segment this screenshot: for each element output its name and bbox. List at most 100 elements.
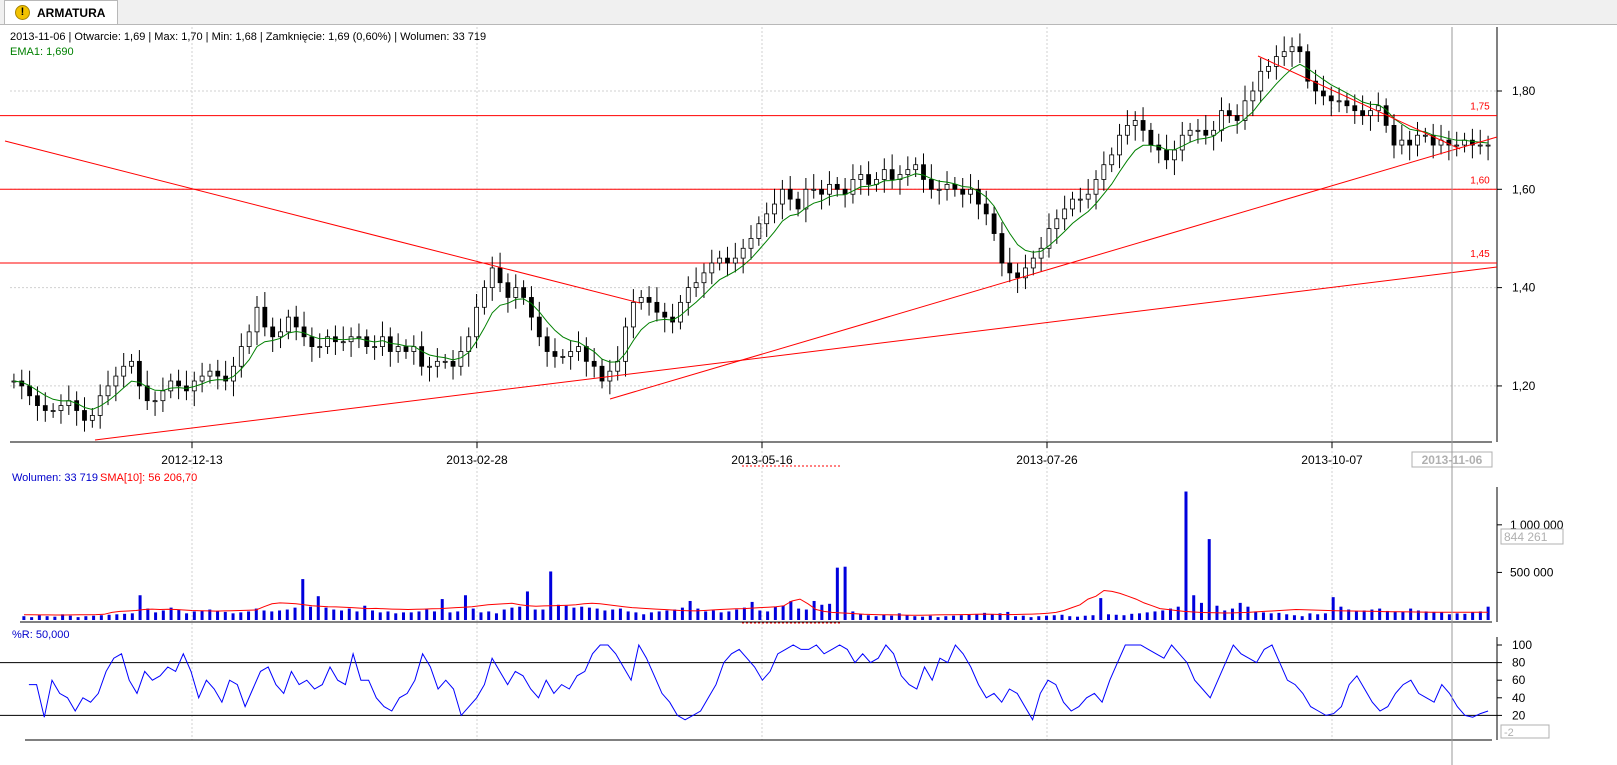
- candle-body: [403, 346, 409, 352]
- candle-body: [756, 223, 762, 239]
- candle-body: [513, 287, 519, 298]
- volume-bar: [1083, 615, 1087, 620]
- candle-body: [1399, 139, 1405, 146]
- volume-bar: [107, 614, 111, 620]
- candle-body: [434, 360, 440, 367]
- candle-body: [944, 183, 950, 190]
- volume-bar: [154, 612, 158, 620]
- candle-body: [1109, 154, 1115, 166]
- volume-bar: [22, 616, 26, 620]
- candle-body: [1015, 272, 1021, 279]
- volume-bar: [192, 611, 196, 620]
- candle-body: [787, 188, 793, 200]
- volume-bar: [556, 604, 560, 620]
- volume-bar: [1385, 610, 1389, 620]
- candle-body: [583, 346, 589, 362]
- volume-bar: [1277, 612, 1281, 620]
- volume-bar: [1021, 615, 1025, 620]
- volume-bar: [1362, 610, 1366, 620]
- candle-body: [952, 183, 958, 190]
- candle-body: [803, 188, 809, 210]
- candle-body: [1179, 134, 1185, 151]
- candle-body: [1266, 66, 1271, 72]
- candle-body: [1124, 124, 1130, 136]
- candle-body: [1030, 257, 1036, 269]
- volume-bar: [859, 614, 863, 620]
- volume-bar: [1323, 613, 1327, 620]
- volume-bar: [432, 611, 436, 620]
- volume-bar: [603, 610, 607, 620]
- volume-bar: [130, 613, 134, 620]
- candle-body: [1485, 144, 1491, 147]
- tab-armatura[interactable]: ! ARMATURA: [4, 0, 118, 24]
- volume-bar: [928, 615, 932, 620]
- chart-area[interactable]: 1,75 1,60 1,45 1,20 1,40 1,60 1,80 2012-12-13…: [0, 27, 1617, 765]
- candle-body: [27, 385, 33, 397]
- candle-body: [262, 306, 268, 328]
- volume-bar: [394, 613, 398, 620]
- volume-bar: [448, 612, 452, 620]
- candle-body: [238, 346, 244, 367]
- candle-body: [372, 346, 378, 349]
- candle-body: [442, 360, 448, 363]
- volume-info: Wolumen: 33 719: [12, 472, 98, 484]
- volume-bar: [533, 609, 537, 620]
- y-tick-label: 1,80: [1512, 84, 1536, 98]
- volume-bar: [84, 616, 88, 620]
- volume-bar: [386, 611, 390, 620]
- candle-body: [591, 360, 597, 367]
- candle-body: [1415, 134, 1420, 146]
- candle-body: [50, 410, 56, 412]
- volume-bar: [1269, 613, 1273, 620]
- candle-body: [740, 247, 746, 259]
- x-tick-label: 2013-07-26: [1016, 453, 1078, 467]
- candle-body: [983, 203, 989, 215]
- volume-bar: [1052, 615, 1056, 620]
- candle-body: [458, 351, 464, 367]
- ema-info: EMA1: 1,690: [10, 46, 74, 58]
- candle-body: [615, 360, 621, 372]
- candle-body: [1195, 129, 1201, 132]
- volume-bar: [239, 612, 243, 620]
- candle-body: [340, 341, 346, 344]
- volume-bar: [789, 600, 793, 620]
- candle-body: [1164, 149, 1169, 161]
- volume-bar: [1432, 611, 1436, 620]
- candle-body: [1211, 129, 1217, 136]
- volume-bar: [626, 611, 630, 620]
- volume-bar: [270, 611, 274, 620]
- candle-body: [35, 395, 40, 406]
- candle-body: [129, 360, 134, 367]
- candle-body: [1203, 129, 1209, 136]
- candle-body: [1140, 120, 1146, 131]
- volume-bar: [1037, 616, 1041, 620]
- volume-bar: [1114, 614, 1118, 620]
- volume-bar: [1122, 615, 1126, 620]
- volume-bar: [1091, 615, 1095, 620]
- candle-body: [1234, 115, 1240, 121]
- candle-body: [1297, 46, 1303, 53]
- candle-body: [168, 380, 174, 392]
- volume-bar: [1331, 597, 1335, 620]
- volume-bar: [347, 608, 351, 620]
- volume-bar: [990, 614, 994, 620]
- candle-body: [921, 164, 926, 180]
- candle-body: [960, 188, 966, 195]
- volume-bar: [1261, 612, 1265, 620]
- candle-body: [1085, 193, 1091, 200]
- volume-bar: [564, 605, 568, 620]
- candle-body: [317, 346, 323, 349]
- candle-body: [834, 183, 840, 190]
- candle-body: [866, 174, 872, 185]
- volume-bar: [309, 606, 313, 620]
- volume-bar: [1300, 616, 1304, 620]
- volume-bar: [952, 615, 956, 620]
- volume-bar: [146, 608, 150, 620]
- candle-body: [1328, 95, 1334, 102]
- candle-body: [928, 179, 934, 190]
- volume-bar: [1308, 613, 1312, 620]
- candle-body: [936, 188, 942, 191]
- candle-body: [654, 301, 660, 313]
- volume-bar: [1230, 608, 1234, 620]
- volume-bar: [1130, 613, 1134, 620]
